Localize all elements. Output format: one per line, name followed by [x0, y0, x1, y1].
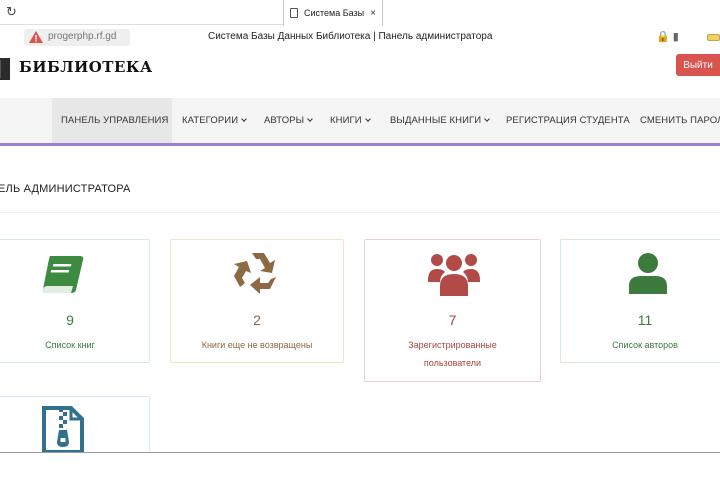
heading-divider [0, 212, 720, 213]
nav-label: КНИГИ [330, 115, 362, 126]
chevron-down-icon [307, 116, 313, 122]
card-registered-users[interactable]: 7 Зарегистрированные пользователи [364, 239, 541, 382]
card-label-line1: Зарегистрированные [408, 340, 497, 350]
tab-title: Система Базы [304, 8, 365, 18]
bookmark-icon[interactable]: ▮ [673, 31, 679, 43]
logo-book-icon [0, 58, 10, 80]
card-label: Книги еще не возвращены [201, 340, 313, 350]
warning-icon[interactable] [28, 30, 44, 44]
address-bar-icons: 🔒 ▮ [656, 30, 679, 43]
nav-label: АВТОРЫ [264, 115, 305, 126]
nav-label: ПАНЕЛЬ УПРАВЛЕНИЯ [61, 115, 169, 126]
taskbar-strip [0, 452, 720, 480]
user-icon [629, 253, 667, 294]
site-logo[interactable]: БИБЛИОТЕКА [19, 58, 153, 76]
chevron-down-icon [364, 116, 371, 122]
card-count: 11 [637, 312, 653, 328]
chevron-down-icon [484, 116, 491, 122]
page-title: ЕЛЬ АДМИНИСТРАТОРА [0, 183, 131, 195]
card-count: 2 [253, 312, 261, 328]
zip-file-icon [42, 406, 84, 454]
nav-change-password[interactable]: СМЕНИТЬ ПАРОЛ [640, 98, 720, 143]
nav-books[interactable]: КНИГИ [330, 98, 371, 143]
card-books[interactable]: 9 Список книг [0, 239, 150, 363]
battery-icon [707, 34, 720, 41]
screen: Система Базы × ↻ progerphp.rf.gd Система… [0, 0, 720, 480]
logout-button[interactable]: Выйти [676, 54, 720, 76]
nav-categories[interactable]: КАТЕГОРИИ [182, 98, 248, 143]
card-label: Список авторов [612, 340, 678, 350]
card-authors[interactable]: 11 Список авторов [560, 239, 720, 363]
window-title: Система Базы Данных Библиотека | Панель … [208, 31, 493, 42]
nav-label: ВЫДАННЫЕ КНИГИ [390, 115, 482, 126]
chevron-down-icon [241, 116, 248, 122]
card-not-returned[interactable]: 2 Книги еще не возвращены [170, 239, 344, 363]
tab-close-icon[interactable]: × [370, 8, 376, 19]
browser-tab[interactable]: Система Базы × [283, 0, 383, 26]
nav-register-student[interactable]: РЕГИСТРАЦИЯ СТУДЕНТА [506, 98, 630, 143]
card-count: 9 [66, 312, 74, 328]
book-icon [42, 256, 84, 293]
tab-bar-divider [0, 24, 283, 25]
nav-dashboard[interactable]: ПАНЕЛЬ УПРАВЛЕНИЯ [52, 98, 172, 143]
card-label: Список книг [45, 340, 95, 350]
lock-icon[interactable]: 🔒 [656, 31, 670, 43]
card-count: 7 [448, 312, 457, 328]
nav-label: СМЕНИТЬ ПАРОЛ [640, 115, 720, 126]
nav-label: КАТЕГОРИИ [182, 115, 239, 126]
doc-icon [290, 8, 298, 18]
nav-issued-books[interactable]: ВЫДАННЫЕ КНИГИ [390, 98, 491, 143]
nav-authors[interactable]: АВТОРЫ [264, 98, 313, 143]
browser-tab-bar: Система Базы × [0, 0, 720, 26]
main-navbar: ПАНЕЛЬ УПРАВЛЕНИЯ КАТЕГОРИИ АВТОРЫ КНИГИ… [0, 98, 720, 146]
url-text: progerphp.rf.gd [48, 31, 117, 42]
users-group-icon [428, 254, 480, 296]
reload-icon[interactable]: ↻ [6, 4, 17, 20]
nav-label: РЕГИСТРАЦИЯ СТУДЕНТА [506, 115, 630, 126]
recycle-icon [234, 253, 276, 294]
card-label-line2: пользователи [423, 358, 482, 368]
